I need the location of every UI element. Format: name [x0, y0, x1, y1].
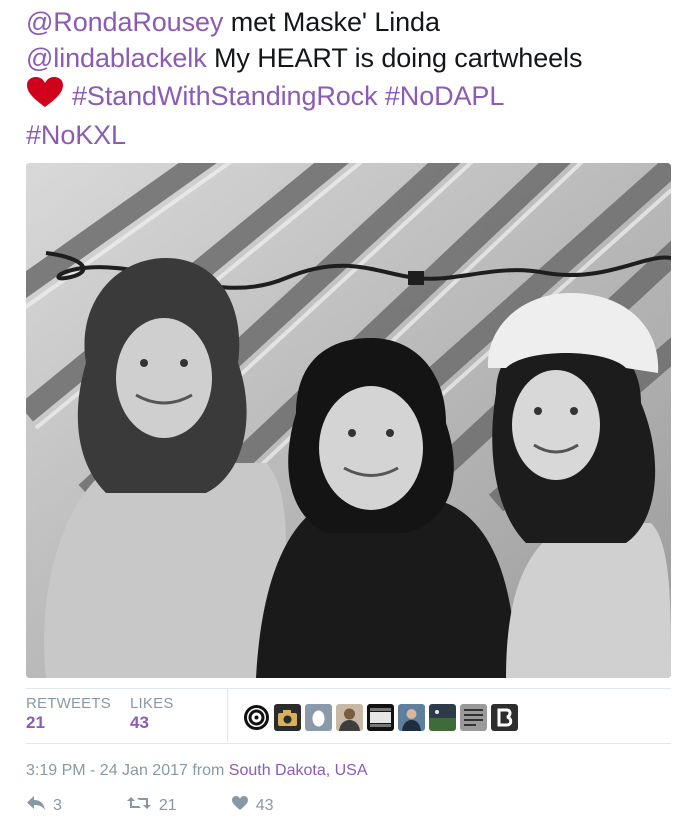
- stats-separator: [227, 688, 228, 742]
- person-outdoor-avatar-icon[interactable]: [398, 704, 425, 731]
- hashtag-standwithstandingrock[interactable]: #StandWithStandingRock: [72, 81, 378, 111]
- stats-divider-top: [26, 688, 671, 689]
- heart-like-icon: [231, 795, 256, 816]
- b-logo-avatar-icon[interactable]: [491, 704, 518, 731]
- hashtag-nodapl[interactable]: #NoDAPL: [385, 81, 504, 111]
- tweet-text-line1: met Maske' Linda: [223, 7, 440, 37]
- retweets-count: 21: [26, 713, 45, 732]
- like-count: 43: [255, 796, 274, 814]
- camera-avatar-icon[interactable]: [274, 704, 301, 731]
- retweets-label: RETWEETS: [26, 695, 111, 712]
- tweet-photo[interactable]: [26, 163, 671, 678]
- tweet-text-line2: My HEART is doing cartwheels: [206, 43, 583, 73]
- reply-count: 3: [53, 796, 62, 814]
- hashtag-nokxl[interactable]: #NoKXL: [26, 120, 126, 150]
- mention-rondarousey[interactable]: @RondaRousey: [26, 7, 223, 37]
- person-avatar-icon[interactable]: [336, 704, 363, 731]
- retweet-icon: [126, 795, 159, 816]
- likes-stat[interactable]: LIKES 43: [130, 695, 174, 733]
- tweet-from-label: from: [187, 762, 229, 779]
- tweet-actions: 3 21 43: [26, 795, 302, 816]
- stats-divider-bottom: [26, 743, 671, 744]
- egg-avatar-icon[interactable]: [305, 704, 332, 731]
- reply-icon: [26, 795, 53, 816]
- retweet-button[interactable]: 21: [126, 795, 177, 816]
- likes-label: LIKES: [130, 695, 174, 712]
- tweet-text: @RondaRousey met Maske' Linda @lindablac…: [26, 4, 676, 153]
- retweet-count: 21: [158, 796, 177, 814]
- field-avatar-icon[interactable]: [429, 704, 456, 731]
- liker-avatars: [243, 704, 518, 731]
- text-image-avatar-icon[interactable]: [460, 704, 487, 731]
- like-button[interactable]: 43: [231, 795, 274, 816]
- mention-lindablackelk[interactable]: @lindablackelk: [26, 43, 207, 73]
- tweet-location[interactable]: South Dakota, USA: [229, 762, 368, 779]
- reply-button[interactable]: 3: [26, 795, 62, 816]
- tweet-metadata: 3:19 PM - 24 Jan 2017 from South Dakota,…: [26, 762, 368, 780]
- tweet-timestamp[interactable]: 3:19 PM - 24 Jan 2017: [26, 762, 188, 779]
- likes-count: 43: [130, 713, 149, 732]
- retweets-stat[interactable]: RETWEETS 21: [26, 695, 111, 733]
- spiral-avatar-icon[interactable]: [243, 704, 270, 731]
- heart-icon: [26, 76, 64, 117]
- film-avatar-icon[interactable]: [367, 704, 394, 731]
- tweet: @RondaRousey met Maske' Linda @lindablac…: [0, 0, 692, 838]
